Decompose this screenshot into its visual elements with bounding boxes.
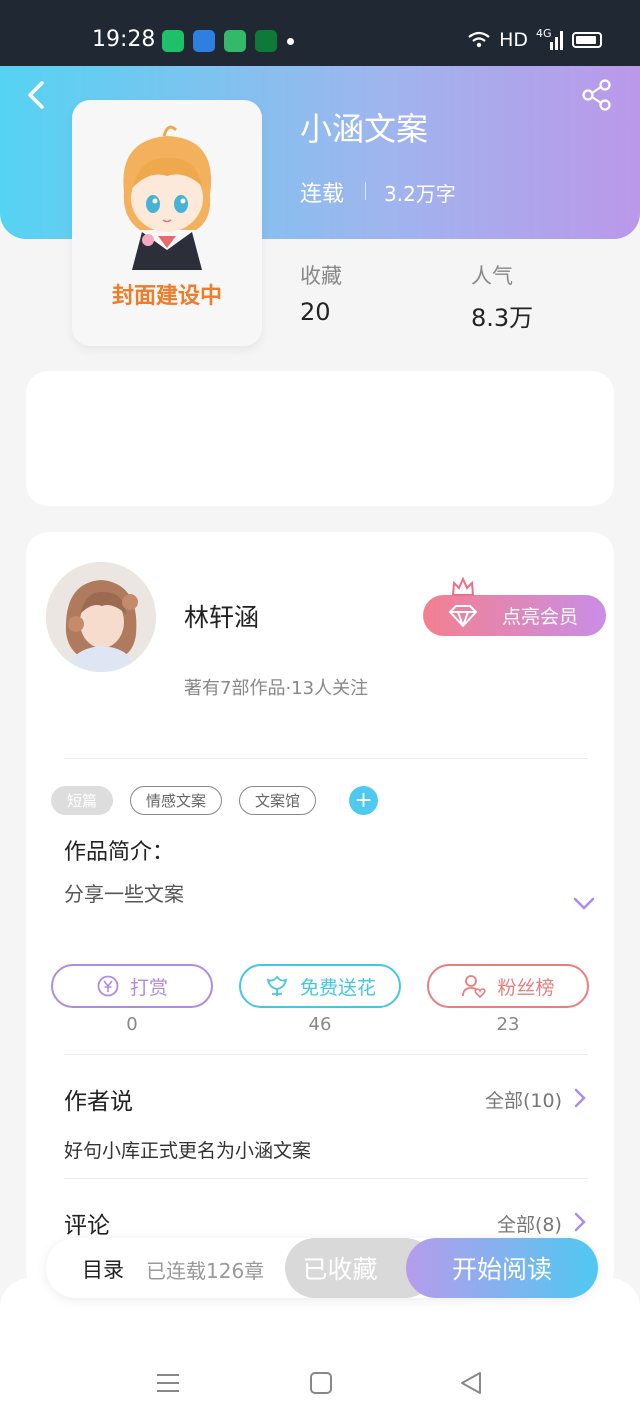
- add-tag-button[interactable]: +: [349, 786, 378, 815]
- author-says-text[interactable]: 好句小库正式更名为小涵文案: [64, 1136, 311, 1163]
- yen-coin-icon: [97, 975, 119, 997]
- author-avatar[interactable]: [46, 562, 156, 672]
- battery-icon: [572, 32, 602, 48]
- wifi-icon: [468, 31, 490, 48]
- tip-count: 0: [126, 1014, 138, 1035]
- flower-icon: [266, 975, 288, 996]
- bottom-panel: [0, 1278, 640, 1422]
- comments-all-link[interactable]: 全部(8): [497, 1210, 562, 1237]
- bottom-toolbar: 目录 已连载126章 已收藏 开始阅读: [46, 1238, 598, 1298]
- divider: [64, 1178, 588, 1179]
- back-arrow-icon[interactable]: [22, 80, 52, 110]
- comments-title: 评论: [64, 1213, 110, 1239]
- blank-card: [26, 371, 614, 506]
- back-triangle-icon[interactable]: [458, 1370, 484, 1396]
- author-says-all-link[interactable]: 全部(10): [485, 1086, 562, 1113]
- start-reading-label: 开始阅读: [451, 1255, 552, 1284]
- tip-label: 打赏: [129, 976, 168, 999]
- catalog-button[interactable]: 目录: [82, 1254, 124, 1284]
- fan-count: 23: [496, 1014, 520, 1035]
- chevron-down-icon[interactable]: [572, 896, 596, 912]
- book-title: 小涵文案: [300, 110, 429, 148]
- divider: [365, 182, 366, 200]
- chapter-count: 已连载126章: [146, 1259, 265, 1283]
- intro-title: 作品简介：: [64, 840, 175, 865]
- book-cover[interactable]: 封面建设中: [72, 100, 262, 346]
- menu-icon[interactable]: [155, 1370, 181, 1396]
- signal-icon: 4G: [536, 27, 564, 50]
- send-flower-button[interactable]: 免费送花: [239, 964, 401, 1008]
- status-indicators: HD 4G: [467, 27, 602, 51]
- app-notification-icon: [255, 30, 277, 52]
- start-reading-button[interactable]: 开始阅读: [406, 1238, 598, 1298]
- chevron-right-icon[interactable]: [573, 1211, 587, 1233]
- send-flower-label: 免费送花: [299, 976, 376, 999]
- app-notification-icon: [193, 30, 215, 52]
- author-name[interactable]: 林轩涵: [184, 598, 259, 634]
- tip-button[interactable]: 打赏: [51, 964, 213, 1008]
- network-label: HD: [499, 29, 528, 51]
- status-time: 19:28: [92, 27, 156, 52]
- app-notification-icon: [162, 30, 184, 52]
- intro-text: 分享一些文案: [64, 882, 184, 906]
- favorited-label: 已收藏: [302, 1255, 378, 1284]
- flower-count: 46: [308, 1014, 332, 1035]
- fan-ranking-label: 粉丝榜: [497, 976, 555, 999]
- cover-illustration: [123, 125, 212, 270]
- status-bar: 19:28 HD 4G: [0, 0, 640, 66]
- app-notification-icon: [224, 30, 246, 52]
- more-notifications-icon: [287, 38, 294, 45]
- stat-popularity-label: 人气: [471, 264, 513, 288]
- tag-emotional-copy[interactable]: 情感文案: [130, 786, 222, 815]
- divider: [64, 758, 588, 759]
- author-meta: 著有7部作品·13人关注: [184, 678, 369, 699]
- cover-placeholder-text: 封面建设中: [111, 284, 222, 309]
- tag-short-story[interactable]: 短篇: [51, 786, 113, 815]
- fan-ranking-button[interactable]: 粉丝榜: [427, 964, 589, 1008]
- home-icon[interactable]: [308, 1370, 334, 1396]
- diamond-icon: [449, 605, 477, 627]
- divider: [64, 1054, 588, 1055]
- author-says-title: 作者说: [64, 1089, 133, 1115]
- chevron-right-icon[interactable]: [573, 1087, 587, 1109]
- stat-favorites-label: 收藏: [300, 264, 342, 288]
- vip-button-label: 点亮会员: [501, 606, 578, 628]
- crown-icon: [451, 577, 475, 596]
- stat-favorites-value: 20: [300, 298, 331, 326]
- stat-popularity-value: 8.3万: [471, 304, 534, 332]
- book-word-count: 3.2万字: [384, 182, 456, 206]
- user-heart-icon: [462, 975, 487, 998]
- share-icon[interactable]: [580, 78, 614, 112]
- book-status: 连载: [300, 182, 345, 207]
- tag-copy-hall[interactable]: 文案馆: [239, 786, 316, 815]
